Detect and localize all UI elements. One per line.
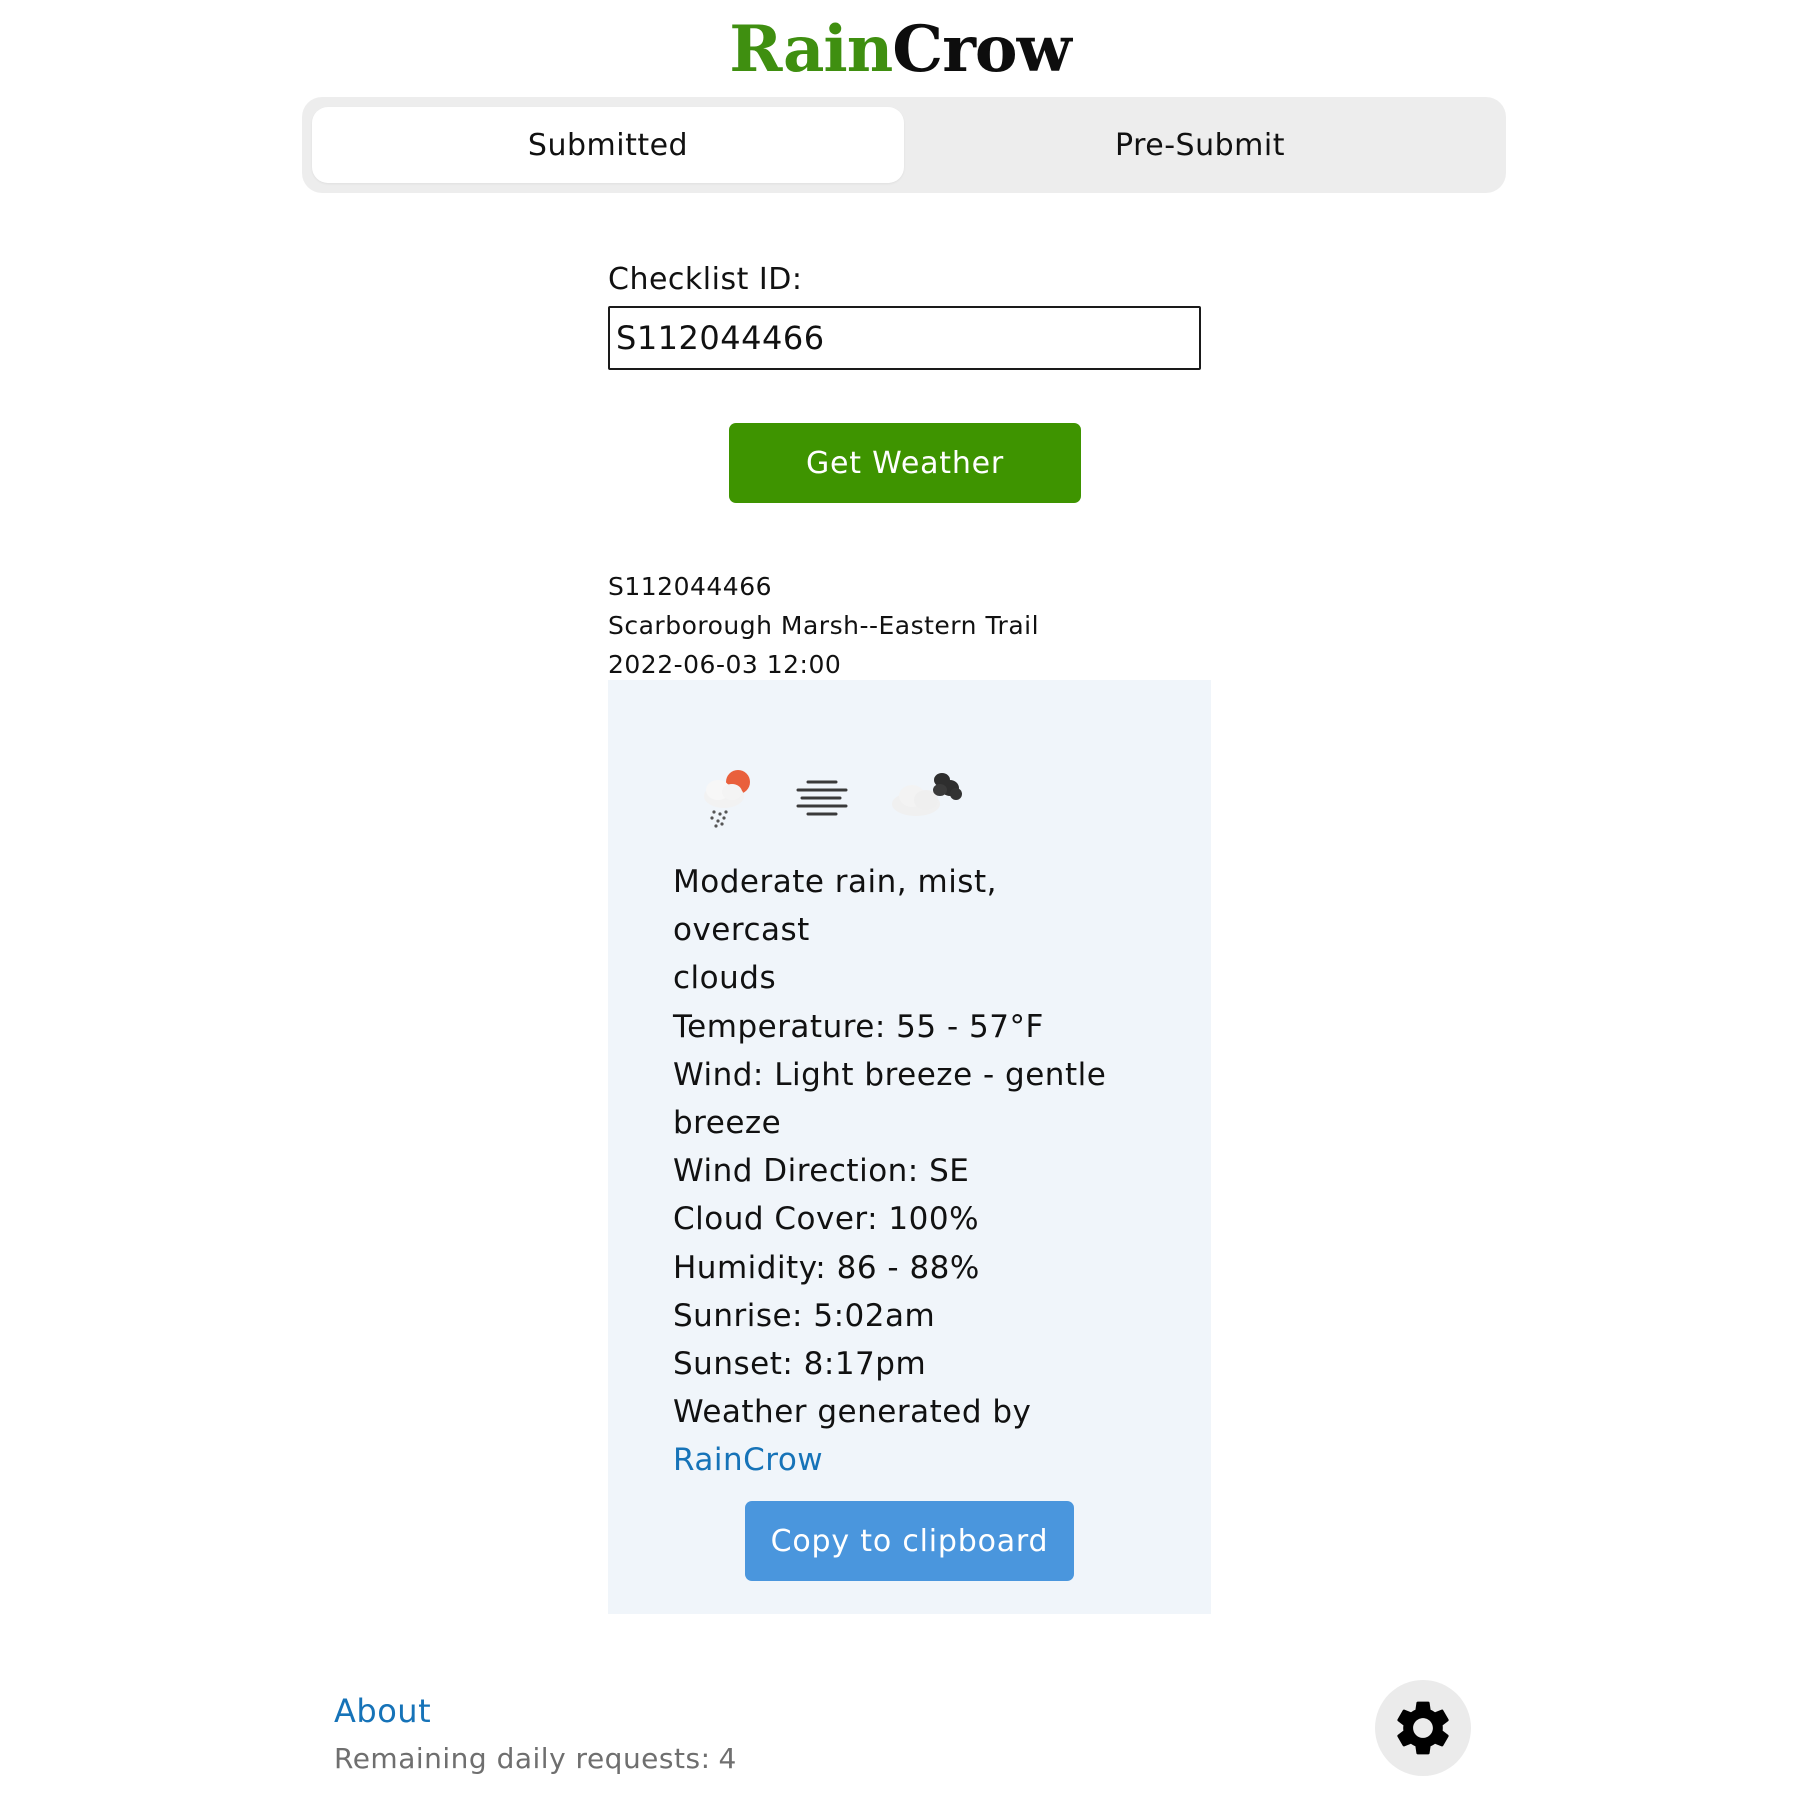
raincrow-credit-link[interactable]: RainCrow <box>673 1436 1133 1484</box>
gear-icon <box>1397 1701 1449 1755</box>
weather-credit-text: Weather generated by <box>673 1394 1032 1431</box>
copy-to-clipboard-button[interactable]: Copy to clipboard <box>745 1501 1074 1581</box>
overcast-clouds-icon <box>892 773 962 816</box>
raincrow-app: RainCrow Submitted Pre-Submit Checklist … <box>0 0 1800 1800</box>
app-logo: RainCrow <box>0 14 1800 86</box>
remaining-requests-label: Remaining daily requests: <box>334 1742 711 1775</box>
remaining-requests: Remaining daily requests: 4 <box>334 1742 737 1775</box>
weather-wind-direction: Wind Direction: SE <box>673 1153 970 1190</box>
tab-pre-submit[interactable]: Pre-Submit <box>904 107 1496 183</box>
weather-temperature: Temperature: 55 - 57°F <box>673 1008 1044 1045</box>
weather-humidity: Humidity: 86 - 88% <box>673 1249 980 1286</box>
checklist-meta: S112044466 Scarborough Marsh--Eastern Tr… <box>608 567 1039 684</box>
tab-submitted[interactable]: Submitted <box>312 107 904 183</box>
weather-wind-cont: breeze <box>673 1105 782 1142</box>
weather-summary: Moderate rain, mist, overcast clouds Tem… <box>673 858 1133 1485</box>
checklist-id-text: S112044466 <box>608 572 773 601</box>
logo-rain: Rain <box>729 12 893 87</box>
settings-button[interactable] <box>1375 1680 1471 1776</box>
checklist-datetime: 2022-06-03 12:00 <box>608 650 842 679</box>
weather-conditions-cont: clouds <box>673 960 777 997</box>
weather-conditions: Moderate rain, mist, overcast <box>673 864 997 949</box>
mode-tabs: Submitted Pre-Submit <box>302 97 1506 193</box>
weather-wind: Wind: Light breeze - gentle <box>673 1056 1107 1093</box>
checklist-location: Scarborough Marsh--Eastern Trail <box>608 611 1040 640</box>
checklist-id-input[interactable] <box>608 306 1201 370</box>
checklist-id-label: Checklist ID: <box>608 262 803 297</box>
mist-icon <box>796 780 848 816</box>
rain-cloud-sun-icon <box>704 770 750 828</box>
logo-crow: Crow <box>892 12 1071 87</box>
get-weather-button[interactable]: Get Weather <box>729 423 1081 503</box>
weather-cloud-cover: Cloud Cover: 100% <box>673 1201 980 1238</box>
weather-sunset: Sunset: 8:17pm <box>673 1346 927 1383</box>
about-link[interactable]: About <box>334 1692 431 1730</box>
weather-sunrise: Sunrise: 5:02am <box>673 1297 936 1334</box>
remaining-requests-count: 4 <box>718 1742 737 1775</box>
